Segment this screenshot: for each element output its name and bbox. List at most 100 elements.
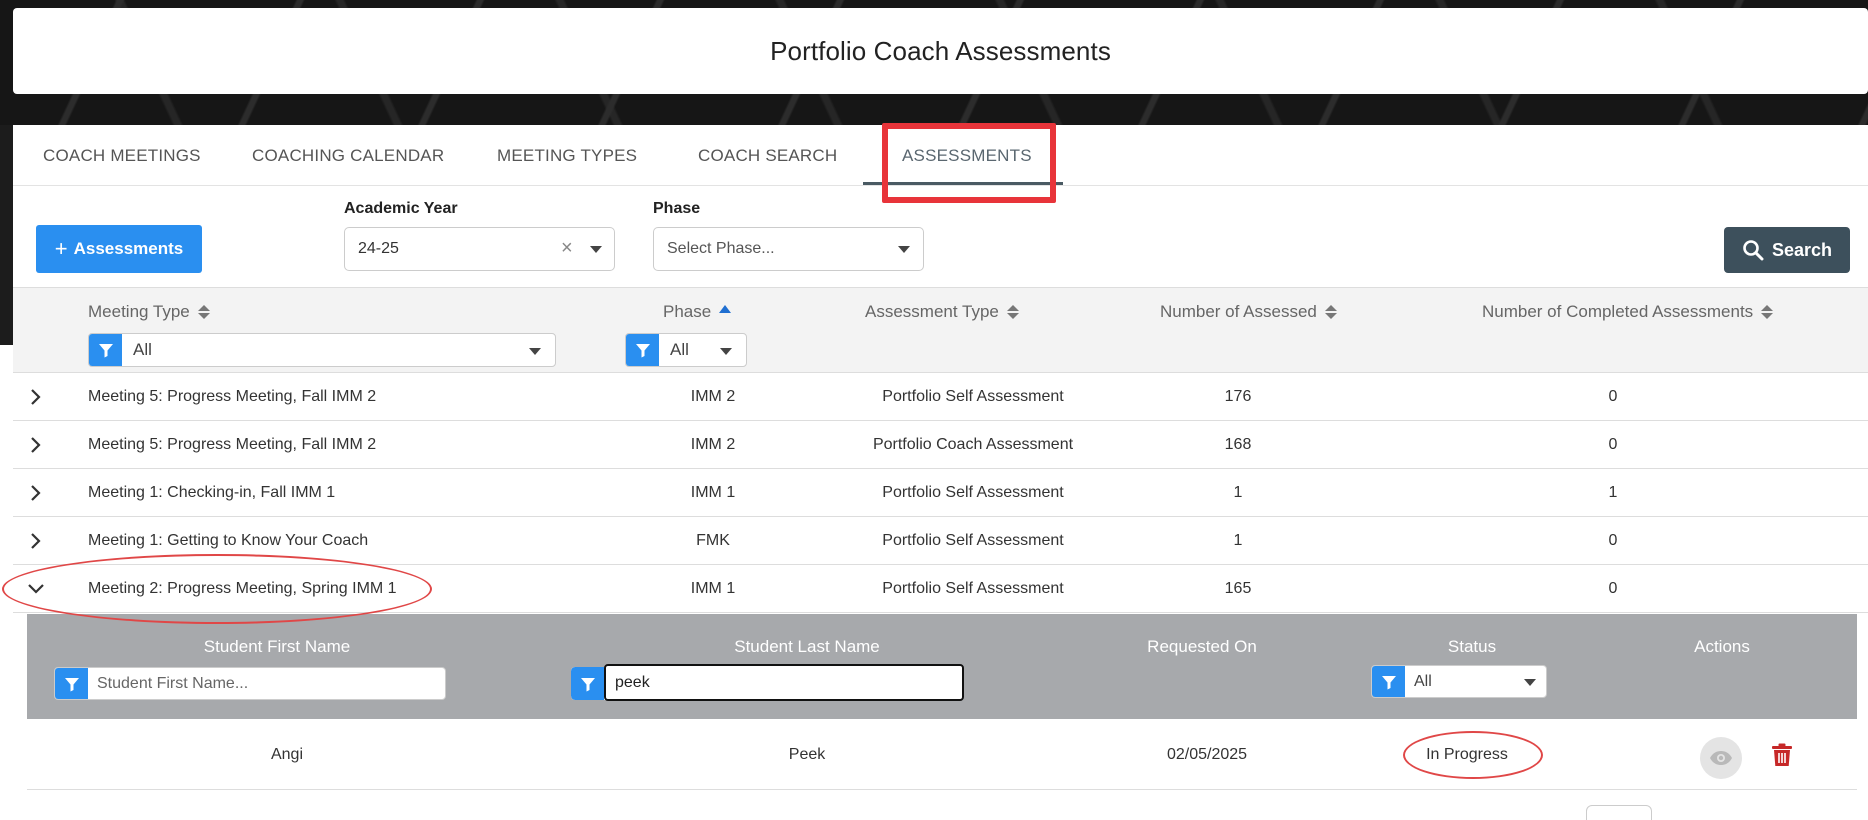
chevron-right-icon[interactable] xyxy=(27,484,45,502)
column-header-number-assessed[interactable]: Number of Assessed xyxy=(1160,302,1337,322)
cell-assessment-type: Portfolio Self Assessment xyxy=(882,388,1064,405)
meeting-type-filter-value: All xyxy=(133,340,152,359)
cell-meeting-type: Meeting 5: Progress Meeting, Fall IMM 2 xyxy=(88,388,377,405)
cell-number-completed: 0 xyxy=(1608,436,1618,453)
grid-header: Meeting Type Phase Assessment Type Numbe… xyxy=(13,287,1868,373)
dropdown-icon xyxy=(529,348,541,355)
last-name-filter[interactable]: peek xyxy=(604,664,964,701)
add-assessment-button[interactable]: + Assessments xyxy=(36,225,202,273)
filter-icon[interactable] xyxy=(1372,666,1405,697)
column-header-meeting-type[interactable]: Meeting Type xyxy=(88,302,210,322)
phase-select[interactable]: Select Phase... xyxy=(653,227,924,271)
search-button[interactable]: Search xyxy=(1724,227,1850,273)
cell-meeting-type: Meeting 1: Checking-in, Fall IMM 1 xyxy=(88,484,336,501)
pager-button[interactable] xyxy=(1586,805,1652,820)
page-title: Portfolio Coach Assessments xyxy=(770,35,1111,66)
cell-number-completed: 1 xyxy=(1608,484,1618,501)
table-row[interactable]: Meeting 5: Progress Meeting, Fall IMM 2 … xyxy=(13,421,1868,469)
column-title-phase: Phase xyxy=(663,302,712,321)
column-title-number-completed: Number of Completed Assessments xyxy=(1482,302,1754,321)
table-row[interactable]: Meeting 5: Progress Meeting, Fall IMM 2 … xyxy=(13,373,1868,421)
academic-year-label: Academic Year xyxy=(344,200,458,217)
cell-number-completed: 0 xyxy=(1608,388,1618,405)
cell-phase: IMM 2 xyxy=(690,436,736,453)
cell-number-assessed: 168 xyxy=(1224,436,1252,453)
cell-assessment-type: Portfolio Coach Assessment xyxy=(872,436,1074,453)
meeting-type-filter[interactable]: All xyxy=(88,333,556,367)
cell-number-assessed: 176 xyxy=(1224,388,1252,405)
filter-icon[interactable] xyxy=(571,667,604,700)
cell-number-completed: 0 xyxy=(1608,532,1618,549)
first-name-filter[interactable]: Student First Name... xyxy=(54,667,446,700)
column-header-requested-on[interactable]: Requested On xyxy=(1102,637,1302,657)
detail-table-row[interactable]: Angi Peek 02/05/2025 In Progress xyxy=(27,719,1857,790)
sort-icon xyxy=(1006,305,1019,319)
clear-icon[interactable]: × xyxy=(561,237,573,260)
eye-icon xyxy=(1710,751,1732,765)
tab-meeting-types[interactable]: MEETING TYPES xyxy=(497,125,637,186)
cell-number-assessed: 1 xyxy=(1233,532,1243,549)
dropdown-icon xyxy=(1524,679,1536,686)
dropdown-icon xyxy=(898,246,910,253)
cell-number-assessed: 1 xyxy=(1233,484,1243,501)
annotation-ellipse xyxy=(1403,731,1543,779)
search-button-label: Search xyxy=(1771,239,1833,260)
page-header: Portfolio Coach Assessments xyxy=(13,8,1868,94)
sort-icon xyxy=(197,305,210,319)
cell-last-name: Peek xyxy=(788,746,826,763)
sort-icon xyxy=(1324,305,1337,319)
cell-phase: IMM 1 xyxy=(690,580,736,597)
highlight-box xyxy=(882,123,1056,203)
cell-assessment-type: Portfolio Self Assessment xyxy=(882,580,1064,597)
tab-coach-meetings[interactable]: COACH MEETINGS xyxy=(43,125,201,186)
column-title-meeting-type: Meeting Type xyxy=(88,302,190,321)
sort-ascending-icon xyxy=(719,305,732,313)
filter-icon[interactable] xyxy=(89,334,122,366)
academic-year-value: 24-25 xyxy=(358,240,399,257)
chevron-right-icon[interactable] xyxy=(27,532,45,550)
column-header-first-name[interactable]: Student First Name xyxy=(147,637,407,657)
detail-grid-header: Student First Name Student Last Name Req… xyxy=(27,614,1857,719)
phase-filter-value: All xyxy=(670,340,689,359)
column-title-number-assessed: Number of Assessed xyxy=(1160,302,1317,321)
cell-assessment-type: Portfolio Self Assessment xyxy=(882,532,1064,549)
cell-first-name: Angi xyxy=(270,746,304,763)
status-filter[interactable]: All xyxy=(1371,665,1547,698)
sort-icon xyxy=(1761,305,1774,319)
cell-phase: IMM 2 xyxy=(690,388,736,405)
filter-icon[interactable] xyxy=(55,668,88,699)
cell-requested-on: 02/05/2025 xyxy=(1166,746,1248,763)
annotation-ellipse xyxy=(2,554,432,624)
main-panel: COACH MEETINGS COACHING CALENDAR MEETING… xyxy=(13,123,1868,820)
first-name-filter-placeholder: Student First Name... xyxy=(97,674,249,692)
phase-filter[interactable]: All xyxy=(625,333,747,367)
tab-coach-search[interactable]: COACH SEARCH xyxy=(698,125,837,186)
dropdown-icon xyxy=(720,348,732,355)
left-strip xyxy=(0,125,13,345)
column-header-actions: Actions xyxy=(1694,637,1750,656)
filter-icon[interactable] xyxy=(626,334,659,366)
cell-number-completed: 0 xyxy=(1608,580,1618,597)
academic-year-select[interactable]: 24-25 × xyxy=(344,227,615,271)
trash-icon[interactable] xyxy=(1772,743,1792,767)
column-header-last-name[interactable]: Student Last Name xyxy=(677,637,937,657)
table-row[interactable]: Meeting 1: Checking-in, Fall IMM 1 IMM 1… xyxy=(13,469,1868,517)
cell-number-assessed: 165 xyxy=(1224,580,1252,597)
tab-coaching-calendar[interactable]: COACHING CALENDAR xyxy=(252,125,444,186)
column-header-assessment-type[interactable]: Assessment Type xyxy=(865,302,1019,322)
cell-phase: FMK xyxy=(696,532,730,549)
dropdown-icon xyxy=(590,246,602,253)
column-header-number-completed[interactable]: Number of Completed Assessments xyxy=(1482,302,1774,322)
cell-assessment-type: Portfolio Self Assessment xyxy=(882,484,1064,501)
column-header-status[interactable]: Status xyxy=(1397,637,1547,657)
phase-label: Phase xyxy=(653,200,701,217)
cell-meeting-type: Meeting 5: Progress Meeting, Fall IMM 2 xyxy=(88,436,377,453)
view-button[interactable] xyxy=(1700,737,1742,779)
column-header-phase[interactable]: Phase xyxy=(663,302,732,322)
chevron-right-icon[interactable] xyxy=(27,388,45,406)
search-icon xyxy=(1743,240,1764,261)
cell-phase: IMM 1 xyxy=(690,484,736,501)
phase-placeholder: Select Phase... xyxy=(667,240,775,257)
chevron-right-icon[interactable] xyxy=(27,436,45,454)
plus-icon: + xyxy=(54,236,68,261)
